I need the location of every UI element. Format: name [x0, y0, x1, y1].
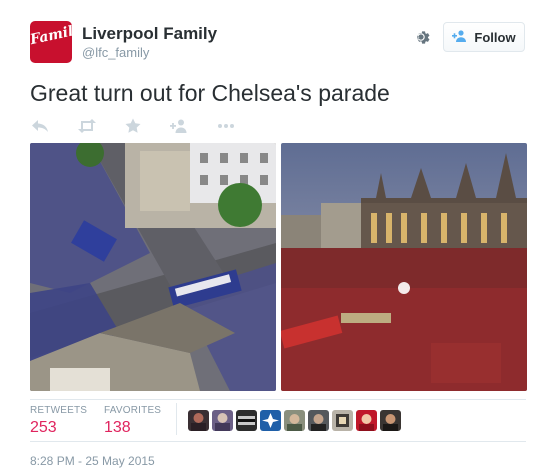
photo-crowd-landmark[interactable]	[281, 143, 527, 391]
favorite-icon[interactable]	[125, 117, 141, 135]
favoriter-avatar[interactable]	[212, 410, 233, 431]
retweets-label: RETWEETS	[30, 405, 88, 416]
reply-icon[interactable]	[32, 117, 48, 135]
account-handle[interactable]: @lfc_family	[82, 45, 149, 60]
favorites-label: FAVORITES	[104, 405, 162, 416]
more-icon[interactable]	[217, 117, 235, 135]
stats-separator	[176, 403, 177, 435]
follow-label: Follow	[474, 29, 516, 45]
stats-top-divider	[30, 399, 526, 400]
favoriter-avatar[interactable]	[284, 410, 305, 431]
account-avatar[interactable]: Family	[30, 21, 72, 63]
add-to-list-plus-icon[interactable]	[170, 117, 188, 135]
follow-button[interactable]: Follow	[443, 22, 525, 52]
gear-icon[interactable]	[410, 26, 432, 48]
retweets-count: 253	[30, 419, 57, 436]
avatar-logo-text: Family	[30, 21, 72, 49]
tweet-timestamp[interactable]: 8:28 PM - 25 May 2015	[30, 454, 155, 468]
stats-bottom-divider	[30, 441, 526, 442]
favorites-stat[interactable]: FAVORITES 138	[104, 405, 161, 437]
follow-person-plus-icon	[452, 29, 468, 45]
favoriter-avatar[interactable]	[332, 410, 353, 431]
account-display-name[interactable]: Liverpool Family	[82, 24, 217, 44]
favoriter-avatar[interactable]	[260, 410, 281, 431]
photo-parade-aerial[interactable]	[30, 143, 276, 391]
favoriter-avatar[interactable]	[236, 410, 257, 431]
tweet-text: Great turn out for Chelsea's parade	[30, 80, 390, 106]
favorites-count: 138	[104, 419, 131, 436]
retweets-stat[interactable]: RETWEETS 253	[30, 405, 87, 437]
favoriter-avatar[interactable]	[356, 410, 377, 431]
favoriter-avatar[interactable]	[188, 410, 209, 431]
favoriter-avatar[interactable]	[380, 410, 401, 431]
tweet-card: Family Liverpool Family @lfc_family Foll…	[0, 0, 550, 475]
favoriter-avatar[interactable]	[308, 410, 329, 431]
retweet-icon[interactable]	[78, 117, 96, 135]
